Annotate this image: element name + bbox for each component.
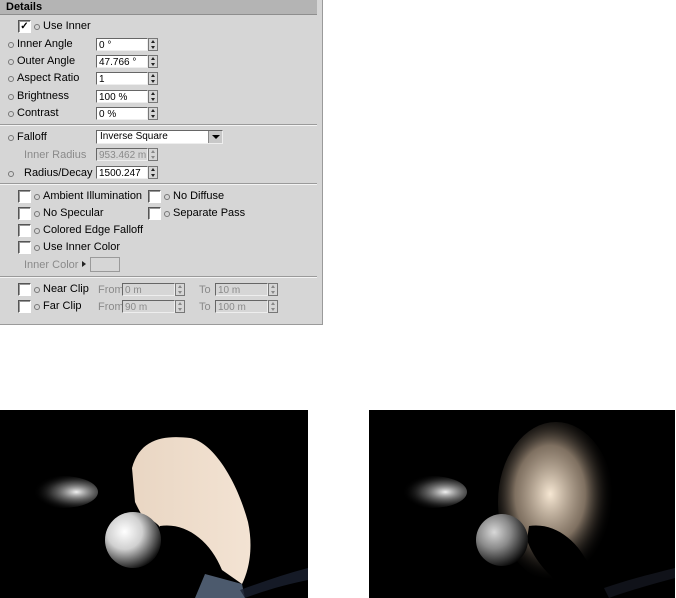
- far-clip-to-label: To: [199, 301, 211, 313]
- aspect-ratio-label: Aspect Ratio: [17, 72, 80, 84]
- brightness-label: Brightness: [17, 90, 69, 102]
- expand-triangle-icon[interactable]: [82, 261, 86, 267]
- use-inner-label: Use Inner: [43, 20, 91, 32]
- separator: [0, 183, 317, 185]
- keyframe-dot-icon[interactable]: [34, 304, 40, 310]
- far-clip-to-spinner: [268, 300, 278, 313]
- keyframe-dot-icon[interactable]: [8, 42, 14, 48]
- panel-title: Details: [0, 0, 317, 15]
- falloff-label: Falloff: [17, 131, 47, 143]
- no-specular-checkbox[interactable]: [18, 207, 31, 220]
- keyframe-dot-icon[interactable]: [34, 24, 40, 30]
- aspect-ratio-field[interactable]: 1: [96, 72, 148, 85]
- keyframe-dot-icon[interactable]: [34, 245, 40, 251]
- no-diffuse-label: No Diffuse: [173, 190, 225, 202]
- no-diffuse-checkbox[interactable]: [148, 190, 161, 203]
- far-clip-label: Far Clip: [43, 300, 82, 312]
- near-clip-to-spinner: [268, 283, 278, 296]
- keyframe-dot-icon[interactable]: [164, 194, 170, 200]
- near-clip-checkbox[interactable]: [18, 283, 31, 296]
- use-inner-color-label: Use Inner Color: [43, 241, 121, 253]
- keyframe-dot-icon[interactable]: [8, 76, 14, 82]
- radius-decay-spinner[interactable]: [148, 166, 158, 179]
- inner-angle-field[interactable]: 0 °: [96, 38, 148, 51]
- use-inner-checkbox[interactable]: ✓: [18, 20, 31, 33]
- keyframe-dot-icon[interactable]: [8, 135, 14, 141]
- inner-radius-field: 953.462 m: [96, 148, 148, 161]
- keyframe-dot-icon[interactable]: [34, 194, 40, 200]
- separator: [0, 276, 317, 278]
- brightness-field[interactable]: 100 %: [96, 90, 148, 103]
- far-clip-checkbox[interactable]: [18, 300, 31, 313]
- keyframe-dot-icon[interactable]: [34, 228, 40, 234]
- separate-pass-label: Separate Pass: [173, 207, 246, 219]
- contrast-label: Contrast: [17, 107, 59, 119]
- outer-angle-label: Outer Angle: [17, 55, 76, 67]
- inner-color-label: Inner Color: [24, 259, 79, 271]
- inner-radius-label: Inner Radius: [24, 149, 87, 161]
- keyframe-dot-icon[interactable]: [8, 59, 14, 65]
- separator: [0, 124, 317, 126]
- keyframe-dot-icon[interactable]: [34, 211, 40, 217]
- far-clip-from-field: 90 m: [122, 300, 175, 313]
- radius-decay-label: Radius/Decay: [24, 167, 93, 179]
- inner-angle-spinner[interactable]: [148, 38, 158, 51]
- ambient-illumination-checkbox[interactable]: [18, 190, 31, 203]
- colored-edge-falloff-checkbox[interactable]: [18, 224, 31, 237]
- contrast-field[interactable]: 0 %: [96, 107, 148, 120]
- far-clip-from-label: From: [98, 301, 124, 313]
- separate-pass-checkbox[interactable]: [148, 207, 161, 220]
- use-inner-color-checkbox[interactable]: [18, 241, 31, 254]
- near-clip-to-field: 10 m: [215, 283, 268, 296]
- keyframe-dot-icon[interactable]: [8, 111, 14, 117]
- far-clip-from-spinner: [175, 300, 185, 313]
- near-clip-from-spinner: [175, 283, 185, 296]
- ambient-illumination-label: Ambient Illumination: [43, 190, 143, 202]
- outer-angle-spinner[interactable]: [148, 55, 158, 68]
- brightness-spinner[interactable]: [148, 90, 158, 103]
- near-clip-to-label: To: [199, 284, 211, 296]
- near-clip-from-label: From: [98, 284, 124, 296]
- keyframe-dot-icon[interactable]: [8, 171, 14, 177]
- inner-radius-spinner: [148, 148, 158, 161]
- hard-edge-render: [0, 410, 308, 598]
- chevron-down-icon[interactable]: [208, 131, 222, 143]
- inner-color-swatch[interactable]: [90, 257, 120, 272]
- no-specular-label: No Specular: [43, 207, 104, 219]
- colored-edge-falloff-label: Colored Edge Falloff: [43, 224, 144, 236]
- contrast-spinner[interactable]: [148, 107, 158, 120]
- near-clip-from-field: 0 m: [122, 283, 175, 296]
- inner-angle-label: Inner Angle: [17, 38, 73, 50]
- falloff-value: Inverse Square: [100, 131, 168, 142]
- far-clip-to-field: 100 m: [215, 300, 268, 313]
- falloff-dropdown[interactable]: Inverse Square: [96, 130, 223, 144]
- soft-edge-render: [369, 410, 675, 598]
- keyframe-dot-icon[interactable]: [34, 287, 40, 293]
- aspect-ratio-spinner[interactable]: [148, 72, 158, 85]
- keyframe-dot-icon[interactable]: [8, 94, 14, 100]
- details-panel: Details ✓ Use Inner Inner Angle 0 ° Oute…: [0, 0, 323, 325]
- near-clip-label: Near Clip: [43, 283, 89, 295]
- radius-decay-field[interactable]: 1500.247 m: [96, 166, 148, 179]
- outer-angle-field[interactable]: 47.766 °: [96, 55, 148, 68]
- keyframe-dot-icon[interactable]: [164, 211, 170, 217]
